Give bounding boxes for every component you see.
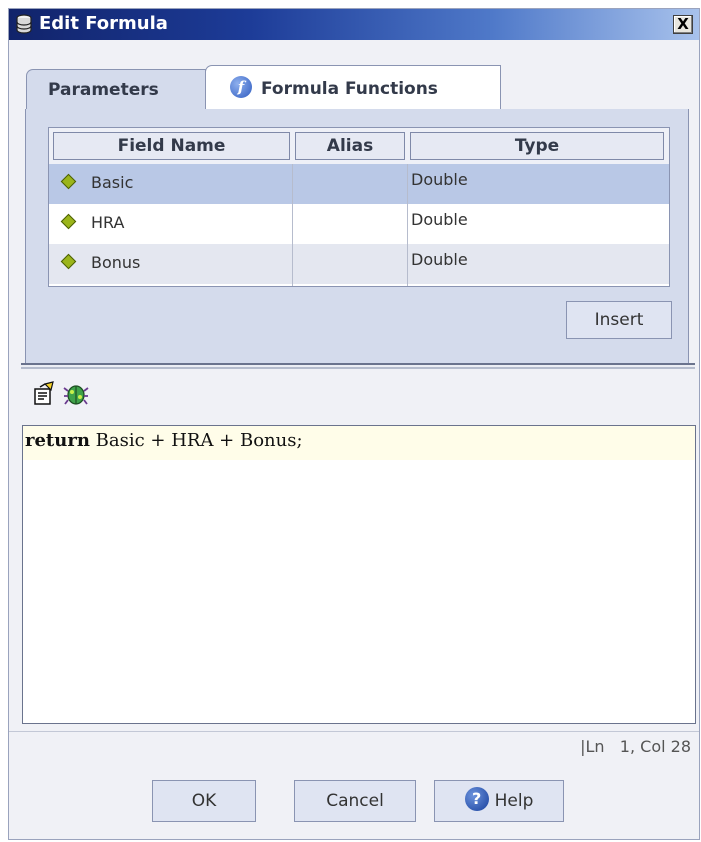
field-name-cell: HRA	[59, 204, 124, 242]
code-line: return Basic + HRA + Bonus;	[23, 426, 695, 460]
return-keyword: return	[25, 430, 90, 451]
cursor-position-status: |Ln 1, Col 28	[580, 737, 691, 756]
window-title: Edit Formula	[39, 13, 168, 34]
field-diamond-icon	[60, 213, 77, 230]
formula-editor[interactable]: return Basic + HRA + Bonus;	[22, 425, 696, 724]
ok-button[interactable]: OK	[152, 780, 256, 822]
tab-formula-functions-label: Formula Functions	[261, 79, 438, 99]
column-header-alias[interactable]: Alias	[295, 132, 405, 160]
splitter-handle[interactable]	[21, 363, 695, 369]
table-header: Field Name Alias Type	[49, 128, 669, 165]
help-button[interactable]: ? Help	[434, 780, 564, 822]
table-row[interactable]: Basic Double	[49, 164, 669, 204]
status-divider	[9, 731, 699, 732]
help-label: Help	[494, 791, 534, 811]
field-diamond-icon	[60, 173, 77, 190]
edit-formula-dialog: Edit Formula X Parameters f Formula Funct…	[8, 8, 700, 840]
cancel-button[interactable]: Cancel	[294, 780, 416, 822]
column-divider	[292, 164, 293, 286]
close-button[interactable]: X	[673, 15, 693, 34]
type-cell: Double	[411, 210, 468, 229]
database-icon	[16, 14, 32, 34]
debug-bug-icon[interactable]	[63, 381, 89, 407]
field-name-cell: Basic	[59, 164, 133, 202]
type-cell: Double	[411, 170, 468, 189]
field-diamond-icon	[60, 253, 77, 270]
tab-formula-functions[interactable]: f Formula Functions	[205, 65, 501, 110]
table-row[interactable]: Bonus Double	[49, 244, 669, 284]
tab-parameters-label: Parameters	[48, 80, 159, 100]
formula-expression: Basic + HRA + Bonus;	[89, 430, 303, 451]
function-info-icon: f	[230, 76, 252, 98]
table-row[interactable]: HRA Double	[49, 204, 669, 244]
parameters-panel: Field Name Alias Type Basic Double HRA D…	[25, 109, 689, 363]
insert-button[interactable]: Insert	[566, 301, 672, 339]
field-name-text: Bonus	[91, 253, 141, 272]
field-name-text: Basic	[91, 173, 134, 192]
help-icon: ?	[464, 787, 489, 811]
field-name-cell: Bonus	[59, 244, 140, 282]
fields-table: Field Name Alias Type Basic Double HRA D…	[48, 127, 670, 287]
type-cell: Double	[411, 250, 468, 269]
column-header-type[interactable]: Type	[410, 132, 664, 160]
column-header-field-name[interactable]: Field Name	[53, 132, 290, 160]
tab-parameters[interactable]: Parameters	[26, 69, 206, 110]
field-name-text: HRA	[91, 213, 125, 232]
title-bar[interactable]: Edit Formula X	[9, 9, 699, 40]
column-divider	[407, 164, 408, 286]
edit-formula-icon[interactable]	[31, 381, 57, 407]
